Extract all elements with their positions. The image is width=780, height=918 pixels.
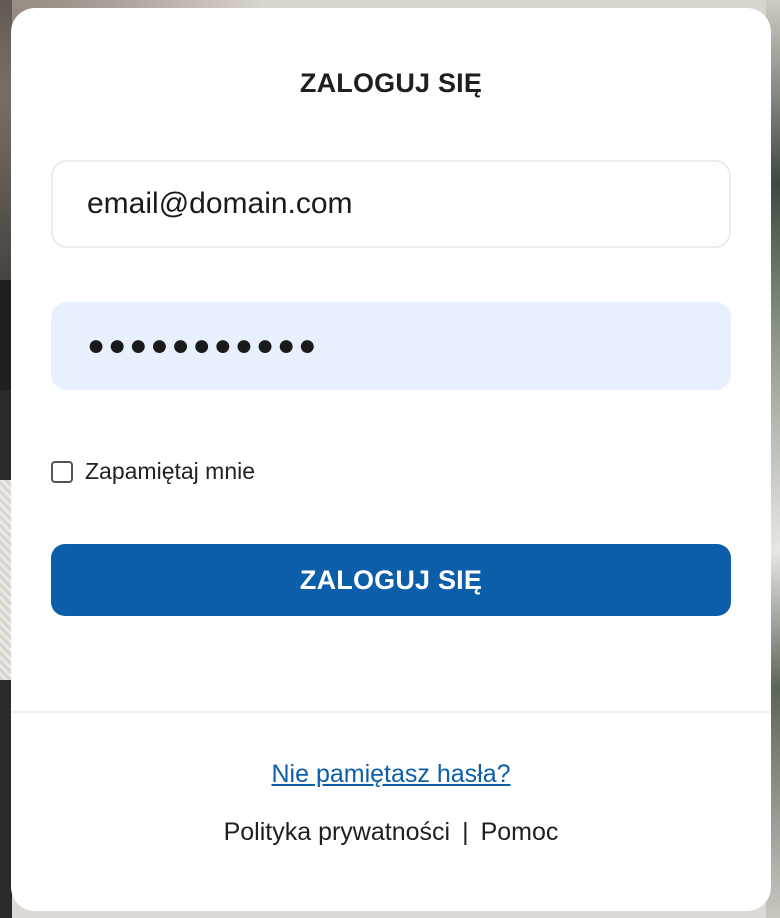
footer-separator: | xyxy=(462,818,469,846)
email-field[interactable]: email@domain.com xyxy=(51,160,731,248)
email-value: email@domain.com xyxy=(87,187,353,220)
remember-checkbox[interactable] xyxy=(51,460,73,483)
footer-links: Polityka prywatności | Pomoc xyxy=(11,818,771,847)
login-card: ZALOGUJ SIĘ email@domain.com ●●●●●●●●●●●… xyxy=(11,8,771,911)
forgot-password-link[interactable]: Nie pamiętasz hasła? xyxy=(271,760,510,788)
help-link[interactable]: Pomoc xyxy=(481,818,559,846)
password-field[interactable]: ●●●●●●●●●●● xyxy=(51,302,731,390)
divider xyxy=(11,711,771,713)
privacy-policy-link[interactable]: Polityka prywatności xyxy=(224,818,450,846)
forgot-password: Nie pamiętasz hasła? xyxy=(11,760,771,789)
remember-label[interactable]: Zapamiętaj mnie xyxy=(85,458,255,485)
page-title: ZALOGUJ SIĘ xyxy=(299,68,483,98)
password-value: ●●●●●●●●●●● xyxy=(87,329,320,362)
login-button[interactable]: ZALOGUJ SIĘ xyxy=(51,544,731,616)
remember-me[interactable]: Zapamiętaj mnie xyxy=(51,458,255,485)
